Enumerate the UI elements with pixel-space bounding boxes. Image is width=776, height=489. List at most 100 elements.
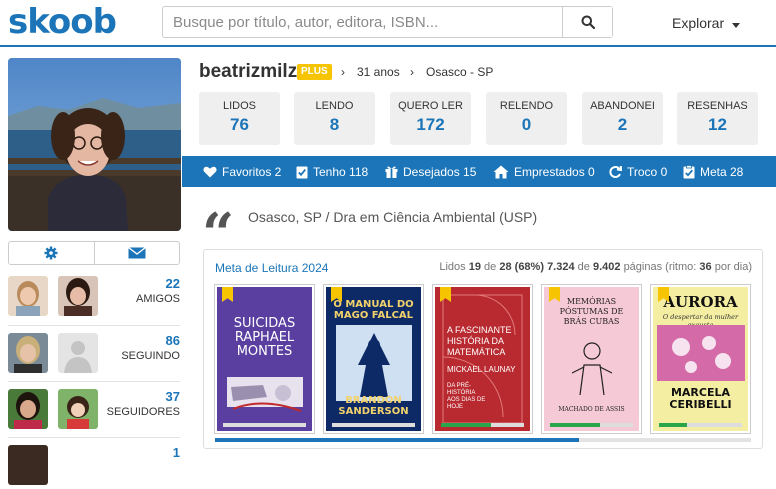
divider <box>8 325 180 326</box>
book-illustration <box>657 325 745 381</box>
favorites-link[interactable]: Favoritos 2 <box>203 156 281 187</box>
clipboard-icon <box>683 164 695 178</box>
refresh-icon <box>609 165 622 178</box>
book-author: MONTES <box>236 344 293 359</box>
default-avatar[interactable] <box>58 333 98 373</box>
book-illustration <box>571 342 613 396</box>
extra-avatar[interactable] <box>8 445 48 485</box>
search-button[interactable] <box>562 7 612 37</box>
book-progress-track <box>332 423 415 427</box>
goal-rhythm: 36 <box>699 261 712 273</box>
friend-avatar[interactable] <box>8 276 48 316</box>
reading-goal-stats: Lidos 19 de 28 (68%) 7.324 de 9.402 pági… <box>439 261 752 273</box>
chevron-right-icon: › <box>410 65 414 79</box>
heart-icon <box>203 166 217 177</box>
profile-photo[interactable] <box>8 58 181 231</box>
search-box <box>162 6 613 38</box>
search-input[interactable] <box>163 7 564 37</box>
caret-down-icon <box>732 22 741 28</box>
stat-value: 0 <box>521 115 532 134</box>
friends-count[interactable]: 22 <box>166 276 180 291</box>
stat-label: LIDOS <box>222 100 256 112</box>
search-icon <box>581 15 595 29</box>
reading-goal-progress-fill <box>215 438 580 442</box>
book-cover[interactable]: SUICIDAS RAPHAEL MONTES <box>214 284 315 434</box>
plus-badge: PLUS <box>297 64 332 80</box>
followers-count[interactable]: 37 <box>166 389 180 404</box>
user-location: Osasco - SP <box>426 65 494 79</box>
stat-label: QUERO LER <box>398 100 463 112</box>
goal-total-count: 28 <box>499 261 512 273</box>
gift-icon <box>385 166 398 178</box>
stat-reviews[interactable]: RESENHAS 12 <box>677 92 758 145</box>
following-label[interactable]: SEGUINDO <box>121 350 180 362</box>
stat-value: 76 <box>230 115 249 134</box>
friend-avatar[interactable] <box>58 276 98 316</box>
book-progress-track <box>223 423 306 427</box>
followers-label[interactable]: SEGUIDORES <box>107 406 180 418</box>
stat-read[interactable]: LIDOS 76 <box>199 92 280 145</box>
owned-link[interactable]: Tenho 118 <box>296 156 368 187</box>
book-cover[interactable]: MEMÓRIAS PÓSTUMAS DE BRÁS CUBAS MACHADO … <box>541 284 642 434</box>
followers-row[interactable]: 37 SEGUIDORES <box>8 389 180 433</box>
reading-goal-title[interactable]: Meta de Leitura 2024 <box>215 261 328 275</box>
stat-label: ABANDONEI <box>590 100 655 112</box>
book-cover[interactable]: AURORA O despertar da mulher exausta MAR… <box>650 284 751 434</box>
explore-menu[interactable]: Explorar <box>672 15 741 31</box>
settings-button[interactable] <box>9 242 95 264</box>
following-row[interactable]: 86 SEGUINDO <box>8 333 180 377</box>
house-icon <box>493 165 509 178</box>
book-cover[interactable]: O MANUAL DO MAGO FALCAL BRANDON SANDERSO… <box>323 284 424 434</box>
goal-pages-label: páginas (ritmo: <box>623 261 697 273</box>
check-icon <box>296 166 308 178</box>
shelf-bar: Favoritos 2 Tenho 118 Desejados 15 Empre… <box>182 156 776 187</box>
profile-action-buttons <box>8 241 180 265</box>
stat-value: 172 <box>416 115 445 134</box>
book-title: MEMÓRIAS PÓSTUMAS DE <box>559 297 624 316</box>
reading-goal-progress-track <box>215 438 751 442</box>
book-author: BRANDON SANDERSON <box>338 395 409 417</box>
extra-count[interactable]: 1 <box>173 445 180 460</box>
stat-abandoned[interactable]: ABANDONEI 2 <box>582 92 663 145</box>
stat-want-to-read[interactable]: QUERO LER 172 <box>390 92 471 145</box>
stat-value: 2 <box>617 115 628 134</box>
stat-reading[interactable]: LENDO 8 <box>294 92 375 145</box>
book-progress-fill <box>441 423 492 427</box>
goal-read-count: 19 <box>468 261 481 273</box>
goal-label: Meta 28 <box>700 164 744 179</box>
message-button[interactable] <box>95 242 180 264</box>
goal-pages-read: 7.324 <box>547 261 575 273</box>
trade-link[interactable]: Troco 0 <box>608 156 667 187</box>
top-navbar: skoob Explorar <box>0 0 776 47</box>
book-progress-fill <box>659 423 687 427</box>
stat-rereading[interactable]: RELENDO 0 <box>486 92 567 145</box>
goal-percent: (68%) <box>514 261 544 273</box>
skoob-logo[interactable]: skoob <box>8 2 117 42</box>
reading-goal-panel: Meta de Leitura 2024 Lidos 19 de 28 (68%… <box>203 249 763 449</box>
book-progress-fill <box>550 423 601 427</box>
goal-rhythm-suffix: por dia) <box>714 261 752 273</box>
extra-row[interactable]: 1 <box>8 445 180 489</box>
friends-label[interactable]: AMIGOS <box>136 293 180 305</box>
following-avatar[interactable] <box>8 333 48 373</box>
profile-photo-image <box>8 58 181 231</box>
follower-avatar[interactable] <box>58 389 98 429</box>
goal-link[interactable]: Meta 28 <box>683 156 743 187</box>
gear-icon <box>44 246 58 260</box>
wishlist-link[interactable]: Desejados 15 <box>385 156 476 187</box>
following-count[interactable]: 86 <box>166 333 180 348</box>
book-author: MACHADO DE ASSIS <box>558 406 625 413</box>
book-cover[interactable]: A FASCINANTE HISTÓRIA DA MATEMÁTICA MICK… <box>432 284 533 434</box>
divider <box>8 437 180 438</box>
bookmark-icon <box>222 287 233 302</box>
follower-avatar[interactable] <box>8 389 48 429</box>
friends-row[interactable]: 22 AMIGOS <box>8 276 180 320</box>
goal-of-label: de <box>484 261 497 273</box>
stat-value: 8 <box>329 115 340 134</box>
envelope-icon <box>127 247 146 259</box>
book-illustration <box>336 325 412 401</box>
goal-of-label: de <box>577 261 590 273</box>
book-title: BRÁS CUBAS <box>563 317 620 326</box>
owned-label: Tenho 118 <box>313 164 369 179</box>
lent-link[interactable]: Emprestados 0 <box>493 156 595 187</box>
